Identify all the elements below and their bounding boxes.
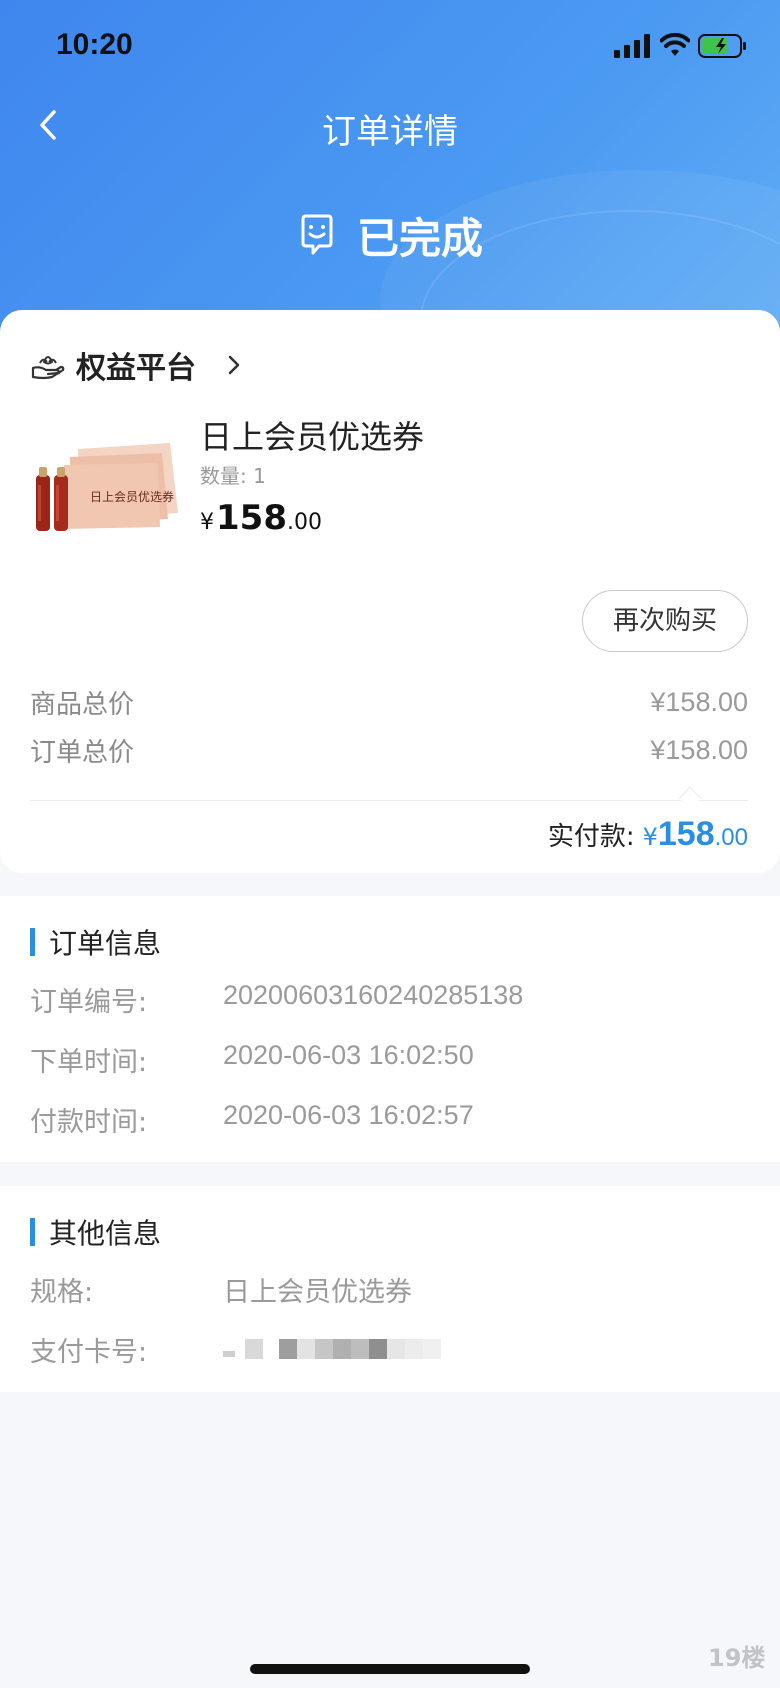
status-time: 10:20 (56, 28, 133, 61)
goods-total-row: 商品总价 ¥158.00 (30, 682, 748, 722)
divider-notch (678, 786, 702, 810)
order-card: 权益平台 日上会员优选券 日上会员优选券 数量: 1 ¥ 158 .00 再次购… (0, 310, 780, 873)
paid-currency: ¥ (642, 823, 658, 851)
order-time-label: 下单时间: (30, 1047, 148, 1078)
spec-row: 规格: 日上会员优选券 (30, 1270, 412, 1309)
payment-time-label: 付款时间: (30, 1107, 148, 1138)
store-link[interactable]: 权益平台 (30, 340, 244, 390)
spec-label: 规格: (30, 1277, 94, 1308)
home-indicator[interactable] (250, 1664, 530, 1674)
section-accent-bar (30, 928, 35, 956)
goods-total-label: 商品总价 (30, 689, 135, 720)
product-thumbnail[interactable]: 日上会员优选券 (30, 415, 178, 545)
order-total-label: 订单总价 (30, 737, 135, 768)
wifi-icon (660, 32, 690, 56)
chevron-right-icon (228, 355, 240, 375)
spec-value: 日上会员优选券 (223, 1277, 412, 1308)
price-integer: 158 (216, 498, 287, 538)
price-decimal: .00 (286, 510, 322, 535)
battery-icon (698, 34, 746, 58)
thumb-label: 日上会员优选券 (90, 489, 174, 504)
order-status-text: 已完成 (356, 213, 483, 263)
goods-total-value: ¥158.00 (650, 686, 748, 717)
section-accent-bar (30, 1218, 35, 1246)
status-bar: 10:20 (0, 0, 780, 96)
watermark-logo: 19楼 (708, 1644, 765, 1672)
order-time-row: 下单时间: 2020-06-03 16:02:50 (30, 1040, 474, 1079)
product-name[interactable]: 日上会员优选券 (200, 412, 424, 458)
card-number-label: 支付卡号: (30, 1337, 148, 1368)
order-info-title: 订单信息 (30, 922, 161, 962)
receipt-smile-icon (301, 214, 333, 255)
order-number-value: 20200603160240285138 (223, 980, 524, 1010)
paid-decimal: .00 (714, 824, 748, 851)
card-number-row: 支付卡号: (30, 1330, 441, 1369)
paid-amount-row: 实付款: ¥ 158 .00 (548, 815, 748, 854)
product-price: ¥ 158 .00 (200, 498, 322, 538)
payment-time-row: 付款时间: 2020-06-03 16:02:57 (30, 1100, 474, 1139)
order-total-value: ¥158.00 (650, 734, 748, 765)
svg-text:19楼: 19楼 (708, 1644, 765, 1672)
divider (30, 800, 748, 801)
store-name: 权益平台 (76, 351, 196, 386)
signal-icon (614, 34, 650, 58)
other-info-title-text: 其他信息 (49, 1217, 162, 1250)
paid-label: 实付款: (547, 822, 635, 852)
order-status: 已完成 (0, 205, 780, 265)
rebuy-button[interactable]: 再次购买 (582, 590, 748, 652)
price-currency: ¥ (200, 510, 214, 535)
product-quantity: 数量: 1 (200, 464, 266, 488)
hand-lotus-icon (31, 356, 65, 380)
paid-integer: 158 (657, 815, 715, 853)
other-info-title: 其他信息 (30, 1212, 161, 1252)
order-info-title-text: 订单信息 (49, 927, 162, 960)
other-info-card: 其他信息 规格: 日上会员优选券 支付卡号: (0, 1186, 780, 1392)
page-title: 订单详情 (322, 112, 458, 152)
order-info-card: 订单信息 订单编号: 20200603160240285138 下单时间: 20… (0, 896, 780, 1162)
payment-time-value: 2020-06-03 16:02:57 (223, 1100, 474, 1130)
order-total-row: 订单总价 ¥158.00 (30, 730, 748, 770)
order-time-value: 2020-06-03 16:02:50 (223, 1040, 474, 1070)
order-number-row: 订单编号: 20200603160240285138 (30, 980, 523, 1019)
masked-card-number (223, 1338, 441, 1360)
order-number-label: 订单编号: (30, 987, 148, 1018)
